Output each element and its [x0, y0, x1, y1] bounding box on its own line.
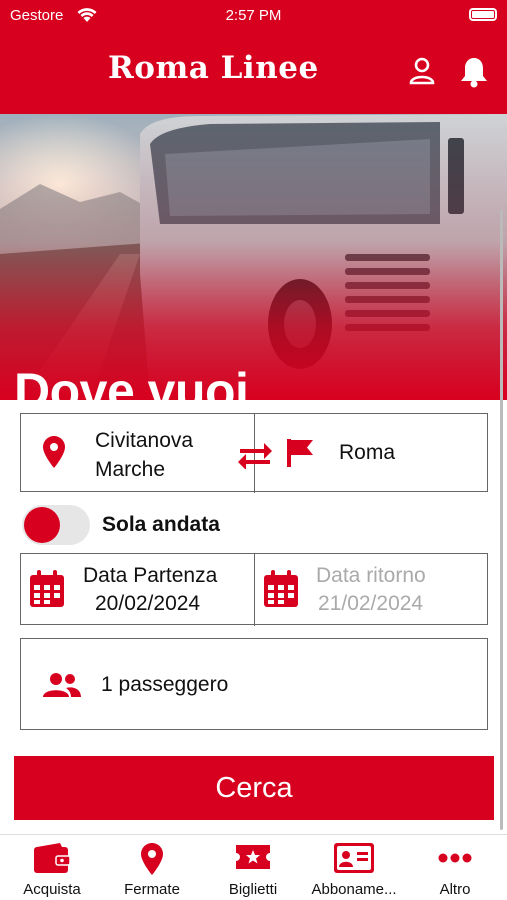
- tab-abbonamenti[interactable]: Abboname...: [303, 835, 405, 900]
- calendar-icon: [263, 570, 299, 613]
- tab-label: Fermate: [124, 881, 180, 898]
- status-bar: Gestore 2:57 PM: [0, 0, 507, 30]
- bus-hero-image: [0, 114, 507, 400]
- search-button[interactable]: Cerca: [14, 756, 494, 820]
- tab-fermate[interactable]: Fermate: [102, 835, 202, 900]
- toggle-knob: [24, 507, 60, 543]
- scrollbar[interactable]: [500, 210, 503, 830]
- departure-date-field[interactable]: Data Partenza 20/02/2024: [21, 554, 253, 624]
- map-pin-icon: [43, 436, 65, 473]
- return-date-label: Data ritorno: [316, 564, 426, 587]
- tab-label: Biglietti: [228, 881, 278, 898]
- destination-value: Roma: [339, 441, 396, 464]
- tab-acquista[interactable]: Acquista: [2, 835, 102, 900]
- bell-icon[interactable]: [459, 56, 489, 93]
- one-way-toggle[interactable]: [22, 505, 90, 545]
- map-pin-icon: [141, 843, 163, 875]
- passengers-value: 1 passeggero: [101, 673, 229, 696]
- app-screen: Roma Linee Gestore 2:57 PM Dove vuoi Civ…: [0, 0, 507, 900]
- id-card-icon: [334, 843, 374, 873]
- wallet-icon: [34, 843, 70, 873]
- departure-date-label: Data Partenza: [83, 564, 218, 587]
- tab-altro[interactable]: Altro: [405, 835, 505, 900]
- users-icon: [43, 673, 81, 702]
- ticket-icon: [236, 845, 270, 869]
- tab-label: Abboname...: [311, 881, 397, 898]
- passengers-field[interactable]: 1 passeggero: [20, 638, 488, 730]
- tab-label: Acquista: [23, 881, 81, 898]
- origin-value: Civitanova Marche: [95, 429, 194, 481]
- one-way-label: Sola andata: [102, 513, 220, 536]
- return-date-value: 21/02/2024: [318, 592, 424, 615]
- calendar-icon: [29, 570, 65, 613]
- user-icon[interactable]: [408, 56, 436, 91]
- return-date-field[interactable]: Data ritorno 21/02/2024: [255, 554, 487, 624]
- departure-date-value: 20/02/2024: [95, 592, 201, 615]
- flag-icon: [287, 439, 313, 472]
- destination-field[interactable]: Roma: [276, 414, 487, 491]
- more-icon: [438, 853, 472, 863]
- tab-label: Altro: [439, 881, 471, 898]
- hero-title: Dove vuoi andare?: [14, 363, 249, 400]
- brand-logo: Roma Linee: [108, 50, 319, 86]
- swap-route-icon[interactable]: [238, 443, 272, 474]
- origin-field[interactable]: Civitanova Marche: [21, 414, 253, 491]
- tab-biglietti[interactable]: Biglietti: [203, 835, 303, 900]
- hero-banner: Dove vuoi andare?: [0, 114, 507, 400]
- tab-bar: Acquista Fermate Biglietti Abboname... A…: [0, 834, 507, 900]
- battery-icon: [469, 8, 497, 21]
- status-time: 2:57 PM: [225, 7, 282, 24]
